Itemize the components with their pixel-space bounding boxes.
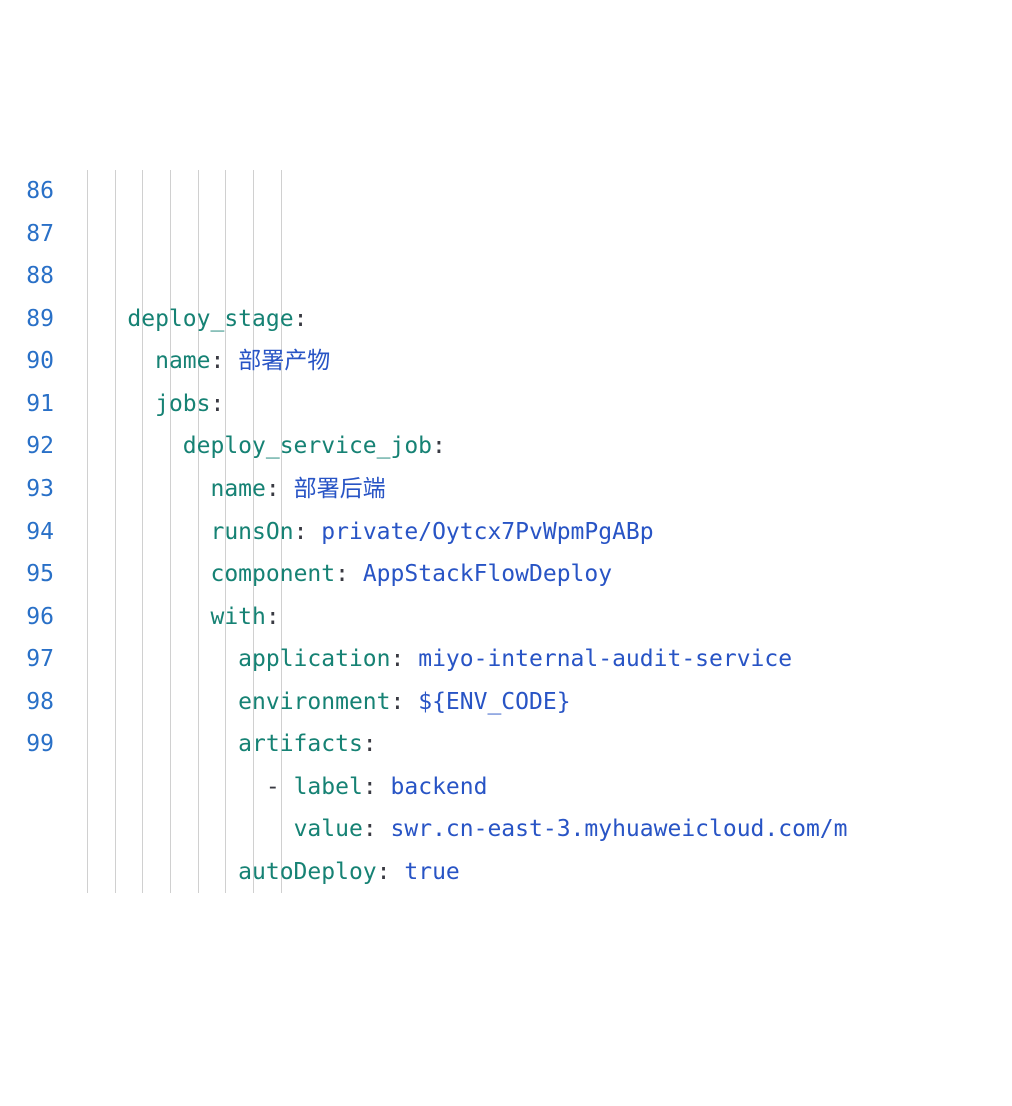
line-number: 88: [0, 255, 54, 298]
yaml-punct: :: [377, 859, 391, 885]
yaml-value: 部署产物: [238, 348, 330, 374]
yaml-punct: [391, 859, 405, 885]
line-number: 92: [0, 425, 54, 468]
yaml-key: name: [155, 348, 210, 374]
yaml-punct: :: [363, 774, 377, 800]
yaml-key: jobs: [155, 391, 210, 417]
yaml-punct: [307, 519, 321, 545]
yaml-punct: :: [335, 561, 349, 587]
code-line[interactable]: - label: backend: [72, 766, 1012, 809]
yaml-value: 部署后端: [294, 476, 386, 502]
code-line[interactable]: runsOn: private/Oytcx7PvWpmPgABp: [72, 511, 1012, 554]
yaml-key: with: [210, 604, 265, 630]
yaml-punct: [280, 476, 294, 502]
yaml-punct: [404, 646, 418, 672]
yaml-key: name: [210, 476, 265, 502]
line-number: 91: [0, 383, 54, 426]
yaml-value: AppStackFlowDeploy: [363, 561, 612, 587]
code-line[interactable]: deploy_service_job:: [72, 425, 1012, 468]
yaml-value: swr.cn-east-3.myhuaweicloud.com/m: [391, 816, 848, 842]
code-line[interactable]: jobs:: [72, 383, 1012, 426]
code-line[interactable]: artifacts:: [72, 723, 1012, 766]
line-number: 93: [0, 468, 54, 511]
yaml-key: deploy_service_job: [183, 433, 432, 459]
yaml-punct: :: [266, 604, 280, 630]
line-number: 89: [0, 298, 54, 341]
yaml-key: label: [294, 774, 363, 800]
line-number: 97: [0, 638, 54, 681]
code-line[interactable]: environment: ${ENV_CODE}: [72, 681, 1012, 724]
yaml-punct: :: [294, 519, 308, 545]
line-number: 94: [0, 511, 54, 554]
line-number: 99: [0, 723, 54, 766]
yaml-dash: -: [266, 774, 294, 800]
code-area[interactable]: deploy_stage: name: 部署产物 jobs: deploy_se…: [72, 170, 1012, 893]
line-number: 87: [0, 213, 54, 256]
yaml-bool: true: [404, 859, 459, 885]
code-line[interactable]: value: swr.cn-east-3.myhuaweicloud.com/m: [72, 808, 1012, 851]
yaml-punct: :: [266, 476, 280, 502]
code-line[interactable]: deploy_stage:: [72, 298, 1012, 341]
yaml-punct: :: [391, 646, 405, 672]
line-number: 96: [0, 596, 54, 639]
code-line[interactable]: application: miyo-internal-audit-service: [72, 638, 1012, 681]
yaml-punct: :: [210, 391, 224, 417]
yaml-value: ${ENV_CODE}: [418, 689, 570, 715]
yaml-value: backend: [391, 774, 488, 800]
yaml-punct: [224, 348, 238, 374]
yaml-key: component: [210, 561, 335, 587]
line-number: 95: [0, 553, 54, 596]
yaml-key: value: [294, 816, 363, 842]
code-line[interactable]: name: 部署后端: [72, 468, 1012, 511]
code-line[interactable]: component: AppStackFlowDeploy: [72, 553, 1012, 596]
yaml-key: artifacts: [238, 731, 363, 757]
yaml-punct: :: [363, 731, 377, 757]
yaml-punct: :: [294, 306, 308, 332]
code-line[interactable]: autoDeploy: true: [72, 851, 1012, 894]
yaml-key: autoDeploy: [238, 859, 376, 885]
code-editor[interactable]: 8687888990919293949596979899 deploy_stag…: [0, 170, 1012, 893]
yaml-punct: [377, 774, 391, 800]
yaml-punct: :: [432, 433, 446, 459]
yaml-punct: [349, 561, 363, 587]
line-number: 86: [0, 170, 54, 213]
yaml-punct: [377, 816, 391, 842]
yaml-punct: :: [391, 689, 405, 715]
yaml-key: deploy_stage: [127, 306, 293, 332]
yaml-key: environment: [238, 689, 390, 715]
yaml-key: application: [238, 646, 390, 672]
line-number: 98: [0, 681, 54, 724]
line-number-gutter: 8687888990919293949596979899: [0, 170, 72, 893]
code-line[interactable]: name: 部署产物: [72, 340, 1012, 383]
yaml-key: runsOn: [210, 519, 293, 545]
yaml-punct: [404, 689, 418, 715]
yaml-punct: :: [363, 816, 377, 842]
yaml-value: private/Oytcx7PvWpmPgABp: [321, 519, 653, 545]
yaml-value: miyo-internal-audit-service: [418, 646, 792, 672]
yaml-punct: :: [210, 348, 224, 374]
line-number: 90: [0, 340, 54, 383]
code-line[interactable]: with:: [72, 596, 1012, 639]
